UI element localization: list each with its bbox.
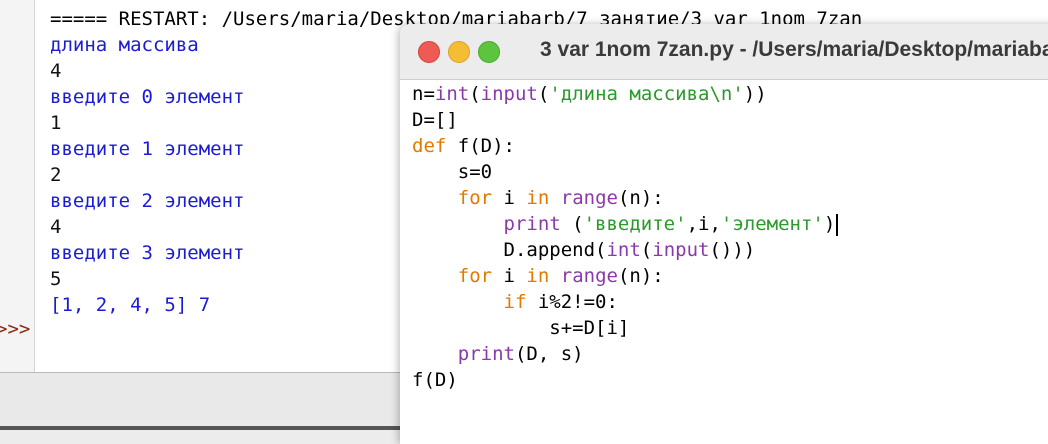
- shell-prompt[interactable]: >>>: [0, 316, 30, 342]
- shell-output-line: [1, 2, 4, 5] 7: [50, 294, 211, 316]
- minimize-window-icon[interactable]: [448, 41, 470, 63]
- shell-output-line: длина массива: [50, 34, 199, 56]
- shell-output-line: введите 2 элемент: [50, 190, 245, 212]
- code-line: def f(D):: [412, 135, 515, 157]
- code-line: s+=D[i]: [412, 317, 630, 339]
- shell-bottom-border: [0, 426, 400, 430]
- editor-titlebar[interactable]: 3 var 1nom 7zan.py - /Users/maria/Deskto…: [400, 24, 1048, 80]
- shell-input-line: 4: [50, 60, 62, 82]
- shell-output-line: введите 0 элемент: [50, 86, 245, 108]
- code-line: n=int(input('длина массива\n')): [412, 83, 767, 105]
- code-line: f(D): [412, 369, 458, 391]
- code-line: s=0: [412, 161, 493, 183]
- text-cursor: [836, 213, 839, 236]
- code-line: print ('введите',i,'элемент'): [412, 211, 839, 237]
- code-line: print(D, s): [457, 343, 584, 365]
- shell-output-line: введите 1 элемент: [50, 138, 245, 160]
- code-line: D=[]: [412, 109, 458, 131]
- window-title: 3 var 1nom 7zan.py - /Users/maria/Deskto…: [540, 38, 1048, 61]
- close-window-icon[interactable]: [418, 41, 440, 63]
- shell-input-line: 1: [50, 112, 62, 134]
- code-line: for i in range(n):: [457, 265, 664, 287]
- code-editor-text[interactable]: n=int(input('длина массива\n')) D=[] def f…: [412, 81, 839, 393]
- zoom-window-icon[interactable]: [478, 41, 500, 63]
- editor-window[interactable]: 3 var 1nom 7zan.py - /Users/maria/Deskto…: [400, 24, 1048, 444]
- shell-status-bar: [0, 373, 400, 430]
- shell-input-line: 2: [50, 164, 62, 186]
- code-line: for i in range(n):: [457, 187, 664, 209]
- shell-input-line: 4: [50, 216, 62, 238]
- shell-output-line: введите 3 элемент: [50, 242, 245, 264]
- code-line: D.append(int(input())): [412, 239, 756, 261]
- shell-input-line: 5: [50, 268, 62, 290]
- code-line: if i%2!=0:: [503, 291, 618, 313]
